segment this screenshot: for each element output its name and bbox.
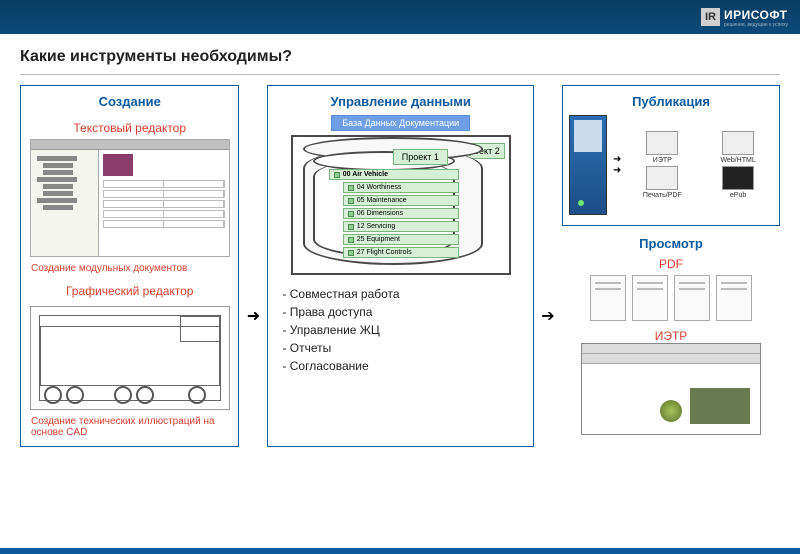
db-label: База Данных Документации (331, 115, 470, 131)
pdf-page-icon (632, 275, 668, 321)
text-editor-caption: Создание модульных документов (27, 263, 232, 274)
publication-column: Публикация ➜➜ ИЭТР Web/HTML Печать/PD (562, 85, 780, 447)
browser-icon (722, 131, 754, 155)
data-management-column: Управление данными База Данных Документа… (267, 85, 534, 447)
brand-logo: IR ИРИСОФТ решения, ведущие к успеху (701, 6, 788, 28)
tree-item: 06 Dimensions (343, 208, 459, 219)
output-print: Печать/PDF (627, 166, 697, 199)
tree-item: 25 Equipment (343, 234, 459, 245)
creation-title: Создание (99, 94, 161, 109)
view-block: Просмотр PDF ИЭТР (562, 232, 780, 435)
server-icon (569, 115, 607, 215)
output-ietp: ИЭТР (627, 131, 697, 164)
brand-tagline: решения, ведущие к успеху (724, 22, 788, 28)
database-diagram: Проект 2 00 Air Vehicle 04 Worthiness 05… (291, 135, 511, 275)
pdf-page-icon (674, 275, 710, 321)
creation-column: Создание Текстовый редактор (20, 85, 239, 447)
graphics-editor-caption: Создание технических иллюстраций на осно… (27, 416, 232, 438)
arrow-2: ➔ (544, 185, 552, 447)
feature-item: - Управление ЖЦ (282, 321, 519, 339)
text-editor-mock (30, 139, 230, 257)
feature-item: - Согласование (282, 357, 519, 375)
pdf-page-icon (716, 275, 752, 321)
footer-bar (0, 548, 800, 554)
project-tree: 00 Air Vehicle 04 Worthiness 05 Maintena… (329, 167, 459, 260)
ietp-browser-mock (581, 343, 761, 435)
diagram-columns: Создание Текстовый редактор (0, 85, 800, 447)
ietp-label: ИЭТР (655, 329, 688, 343)
vehicle-image (690, 388, 750, 424)
output-web: Web/HTML (703, 131, 773, 164)
tree-root-item: 00 Air Vehicle (329, 169, 459, 180)
project-1-label: Проект 1 (393, 149, 448, 165)
pdf-label: PDF (659, 257, 683, 271)
logo-badge: IR (701, 8, 720, 26)
tree-item: 05 Maintenance (343, 195, 459, 206)
slide-title: Какие инструменты необходимы? (0, 34, 800, 74)
arrow-1: ➜ (249, 185, 257, 447)
output-epub: ePub (703, 166, 773, 199)
cad-illustration-mock (30, 306, 230, 410)
feature-item: - Права доступа (282, 303, 519, 321)
monitor-icon (646, 131, 678, 155)
arrow-icon: ➜➜ (613, 154, 621, 176)
tree-item: 12 Servicing (343, 221, 459, 232)
tree-item: 04 Worthiness (343, 182, 459, 193)
feature-item: - Отчеты (282, 339, 519, 357)
data-mgmt-title: Управление данными (331, 94, 471, 109)
top-header: IR ИРИСОФТ решения, ведущие к успеху (0, 0, 800, 34)
publication-box: Публикация ➜➜ ИЭТР Web/HTML Печать/PD (562, 85, 780, 226)
graphics-editor-label: Графический редактор (66, 284, 194, 298)
tree-item: 27 Flight Controls (343, 247, 459, 258)
tablet-icon (722, 166, 754, 190)
view-title: Просмотр (639, 236, 703, 251)
pdf-pages (590, 275, 752, 321)
publication-title: Публикация (632, 94, 710, 109)
pdf-page-icon (590, 275, 626, 321)
text-editor-label: Текстовый редактор (73, 121, 186, 135)
badge-icon (660, 400, 682, 422)
features-list: - Совместная работа - Права доступа - Уп… (274, 285, 527, 375)
brand-name: ИРИСОФТ (724, 8, 788, 22)
feature-item: - Совместная работа (282, 285, 519, 303)
printer-icon (646, 166, 678, 190)
title-divider (20, 74, 780, 75)
